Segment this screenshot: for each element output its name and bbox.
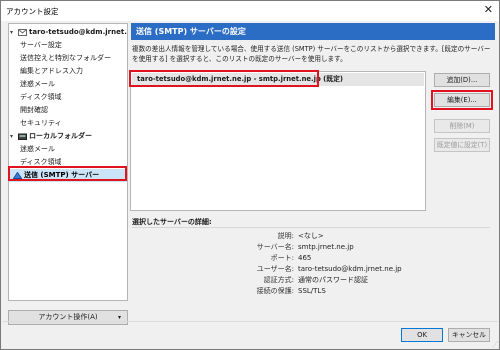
detail-value: 通常のパスワード認証: [298, 276, 368, 284]
dropdown-caret-icon: ▾: [117, 314, 121, 321]
panel-header: 送信 (SMTP) サーバーの設定: [131, 23, 495, 40]
account-actions-button[interactable]: アカウント操作(A) ▾: [8, 310, 128, 325]
detail-row-description: 説明: <なし>: [132, 231, 492, 242]
delete-server-button[interactable]: 削除(M): [434, 119, 490, 133]
detail-row-connection-security: 接続の保護: SSL/TLS: [132, 286, 492, 297]
tree-item-copies-folders[interactable]: 送信控えと特別なフォルダー: [9, 52, 127, 65]
detail-value: <なし>: [298, 232, 324, 240]
mail-account-icon: [18, 29, 27, 36]
window-title: アカウント設定: [6, 7, 59, 16]
detail-value: smtp.jrnet.ne.jp: [298, 243, 354, 251]
tree-item-security[interactable]: セキュリティ: [9, 117, 127, 130]
local-folders-icon: [18, 133, 27, 140]
tree-item-server-settings[interactable]: サーバー設定: [9, 39, 127, 52]
tree-item-smtp-server[interactable]: 送信 (SMTP) サーバー: [9, 169, 127, 182]
tree-item-label: 開封確認: [20, 106, 48, 114]
add-server-button[interactable]: 追加(D)...: [434, 73, 490, 87]
resize-grip-icon[interactable]: ⋰: [492, 341, 498, 348]
detail-value: SSL/TLS: [298, 287, 326, 295]
ok-button[interactable]: OK: [401, 328, 443, 342]
title-bar: アカウント設定 ✕: [1, 1, 499, 21]
set-default-button[interactable]: 既定値に設定(T): [434, 138, 490, 152]
detail-key: サーバー名:: [256, 243, 294, 251]
tree-item-account[interactable]: ▾ taro-tetsudo@kdm.jrnet.ne...: [9, 26, 127, 39]
tree-item-label: サーバー設定: [20, 41, 62, 49]
server-details: 説明: <なし> サーバー名: smtp.jrnet.ne.jp ポート: 46…: [132, 227, 490, 302]
close-icon[interactable]: ✕: [484, 4, 493, 16]
smtp-server-icon: [13, 172, 22, 179]
detail-row-auth-method: 認証方式: 通常のパスワード認証: [132, 275, 492, 286]
smtp-server-list[interactable]: taro-tetsudo@kdm.jrnet.ne.jp - smtp.jrne…: [130, 71, 426, 211]
tree-item-return-receipts[interactable]: 開封確認: [9, 104, 127, 117]
details-title: 選択したサーバーの詳細:: [132, 218, 212, 226]
account-tree[interactable]: ▾ taro-tetsudo@kdm.jrnet.ne... サーバー設定 送信…: [8, 23, 128, 301]
collapse-chevron-icon[interactable]: ▾: [10, 130, 13, 143]
detail-key: 接続の保護:: [256, 287, 294, 295]
account-settings-window: アカウント設定 ✕ ▾ taro-tetsudo@kdm.jrnet.ne...…: [0, 0, 500, 350]
tree-item-local-junk[interactable]: 迷惑メール: [9, 143, 127, 156]
collapse-chevron-icon[interactable]: ▾: [10, 26, 13, 39]
tree-item-junk[interactable]: 迷惑メール: [9, 78, 127, 91]
detail-key: ユーザー名:: [256, 265, 294, 273]
detail-key: ポート:: [270, 254, 294, 262]
server-list-item[interactable]: taro-tetsudo@kdm.jrnet.ne.jp - smtp.jrne…: [132, 73, 424, 86]
detail-row-port: ポート: 465: [132, 253, 492, 264]
tree-item-disk-space[interactable]: ディスク領域: [9, 91, 127, 104]
tree-item-label: 送信控えと特別なフォルダー: [20, 54, 111, 62]
tree-item-label: ディスク領域: [20, 158, 62, 166]
footer-divider: [2, 321, 498, 322]
panel-description: 複数の差出人情報を管理している場合、使用する送信 (SMTP) サーバーをこのリ…: [132, 45, 491, 63]
tree-item-label: 迷惑メール: [20, 80, 55, 88]
tree-item-local-disk-space[interactable]: ディスク領域: [9, 156, 127, 169]
tree-item-label: 送信 (SMTP) サーバー: [24, 171, 100, 179]
tree-item-label: セキュリティ: [20, 119, 62, 127]
tree-item-local-folders[interactable]: ▾ ローカルフォルダー: [9, 130, 127, 143]
edit-server-button[interactable]: 編集(E)...: [434, 93, 490, 107]
tree-item-composition[interactable]: 編集とアドレス入力: [9, 65, 127, 78]
tree-item-label: ディスク領域: [20, 93, 62, 101]
tree-item-label: taro-tetsudo@kdm.jrnet.ne...: [29, 28, 127, 36]
tree-item-label: 編集とアドレス入力: [20, 67, 83, 75]
cancel-button[interactable]: キャンセル: [448, 328, 490, 342]
detail-row-username: ユーザー名: taro-tetsudo@kdm.jrnet.ne.jp: [132, 264, 492, 275]
detail-key: 説明:: [277, 232, 294, 240]
detail-key: 認証方式:: [263, 276, 294, 284]
detail-value: taro-tetsudo@kdm.jrnet.ne.jp: [298, 265, 402, 273]
tree-item-label: 迷惑メール: [20, 145, 55, 153]
detail-value: 465: [298, 254, 312, 262]
tree-item-label: ローカルフォルダー: [29, 132, 92, 140]
account-actions-label: アカウント操作(A): [38, 313, 98, 321]
detail-row-server-name: サーバー名: smtp.jrnet.ne.jp: [132, 242, 492, 253]
